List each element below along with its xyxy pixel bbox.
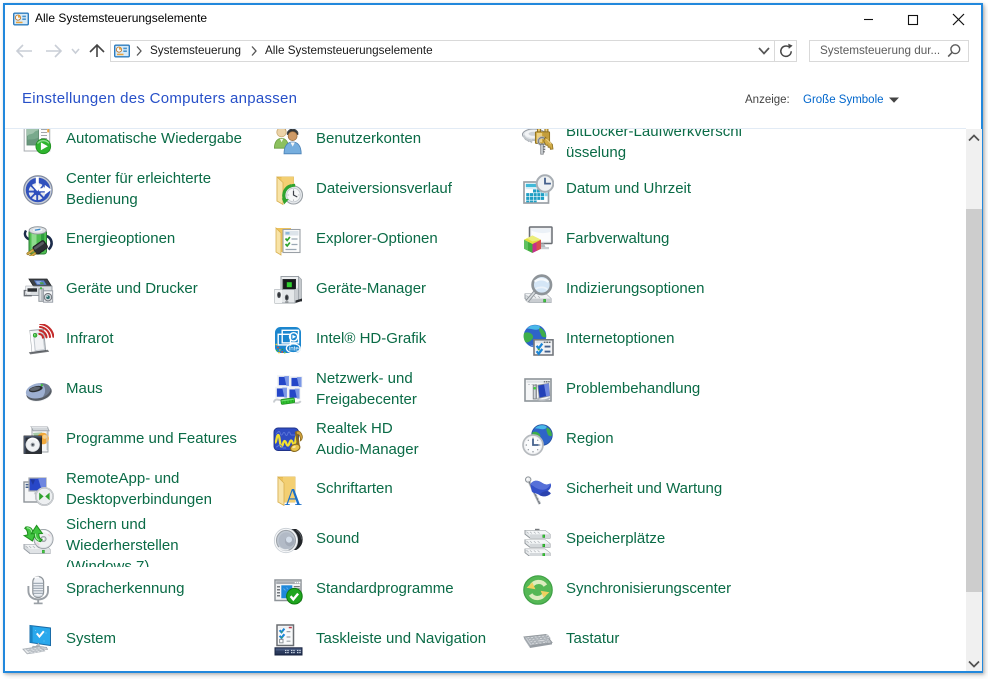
svg-text:A: A — [285, 485, 303, 506]
svg-text:intel: intel — [289, 346, 300, 353]
